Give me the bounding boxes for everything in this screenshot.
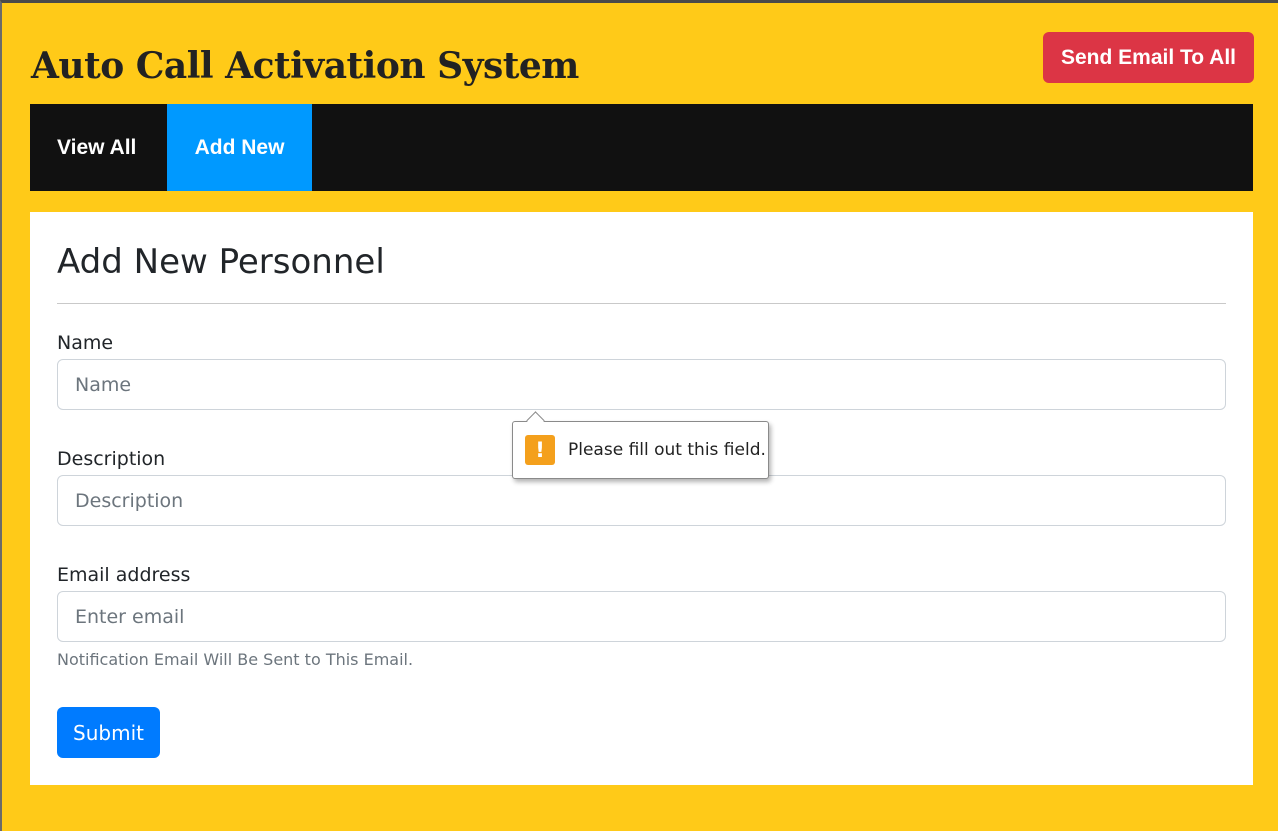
- description-input[interactable]: [57, 475, 1226, 526]
- email-help-text: Notification Email Will Be Sent to This …: [57, 650, 414, 669]
- validation-message: Please fill out this field.: [568, 440, 766, 460]
- validation-tooltip: ! Please fill out this field.: [512, 411, 769, 479]
- nav-item-view-all[interactable]: View All: [30, 104, 167, 191]
- add-personnel-form: Add New Personnel Name Description Email…: [30, 212, 1253, 785]
- navbar: View All Add New: [30, 104, 1253, 191]
- nav-item-add-new[interactable]: Add New: [167, 104, 312, 191]
- warning-icon: !: [525, 435, 555, 465]
- name-label: Name: [57, 332, 114, 354]
- email-input[interactable]: [57, 591, 1226, 642]
- title-divider: [57, 303, 1226, 304]
- submit-button[interactable]: Submit: [57, 707, 160, 758]
- send-email-to-all-button[interactable]: Send Email To All: [1043, 32, 1254, 83]
- description-label: Description: [57, 448, 166, 470]
- app-title: Auto Call Activation System: [31, 45, 579, 87]
- form-title: Add New Personnel: [57, 242, 385, 282]
- email-label: Email address: [57, 564, 191, 586]
- name-input[interactable]: [57, 359, 1226, 410]
